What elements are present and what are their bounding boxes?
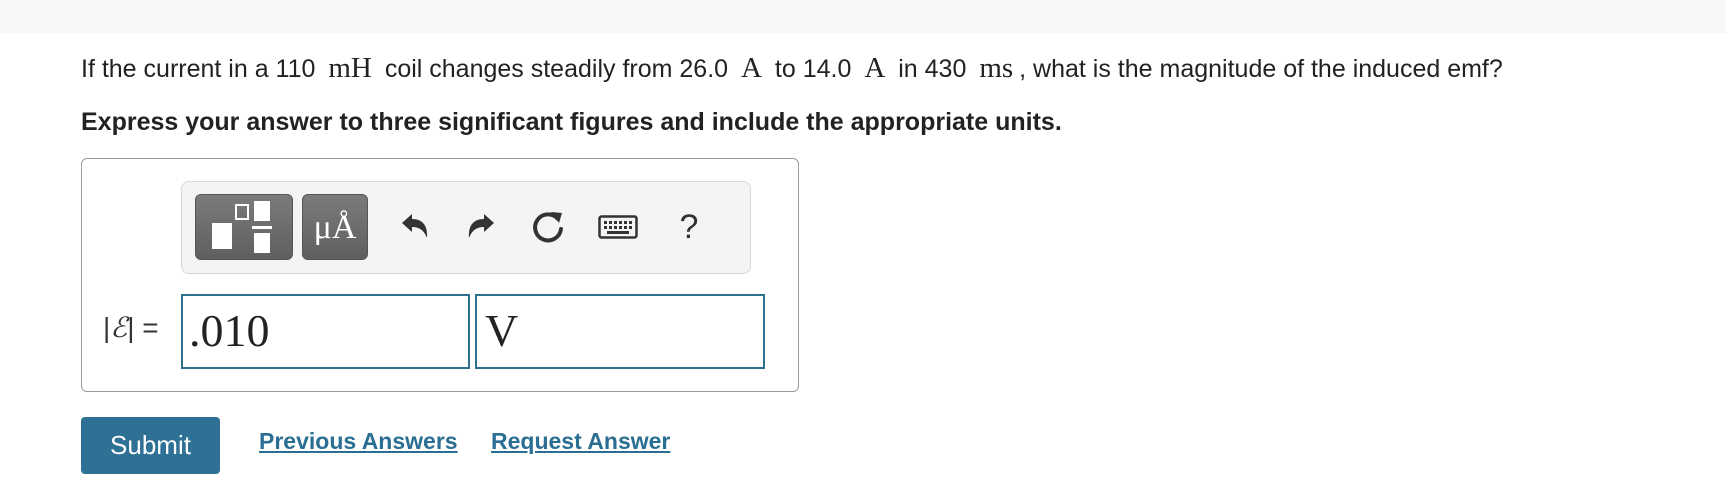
request-answer-link[interactable]: Request Answer (491, 428, 670, 455)
question-part-1: If the current in a 110 (81, 55, 316, 83)
unit-current-2: A (864, 52, 886, 84)
redo-button[interactable] (456, 202, 506, 252)
question-part-4: in 430 (898, 55, 967, 83)
redo-icon (468, 214, 494, 238)
emf-label-suffix: | = (127, 312, 159, 343)
units-button[interactable]: μÅ (302, 194, 368, 260)
help-button[interactable]: ? (664, 202, 714, 252)
question-part-5: , what is the magnitude of the induced e… (1019, 55, 1503, 83)
unit-inductance: mH (328, 52, 372, 84)
question-text: If the current in a 110 mH coil changes … (81, 52, 1503, 85)
reset-button[interactable] (523, 202, 573, 252)
unit-current-1: A (741, 52, 762, 84)
reset-icon (533, 212, 563, 243)
undo-button[interactable] (390, 202, 440, 252)
emf-label: |ℰ| = (103, 311, 159, 344)
templates-button[interactable] (195, 194, 293, 260)
previous-answers-link[interactable]: Previous Answers (259, 428, 458, 455)
undo-icon (402, 214, 428, 238)
templates-icon (212, 201, 272, 253)
question-part-2: coil changes steadily from 26.0 (384, 55, 729, 83)
question-part-3: to 14.0 (774, 55, 852, 83)
help-icon: ? (679, 207, 699, 246)
answer-instruction: Express your answer to three significant… (81, 108, 1062, 136)
unit-time: ms (979, 52, 1014, 84)
value-input[interactable]: .010 (181, 294, 470, 369)
top-strip (0, 0, 1726, 33)
math-toolbar: μÅ ? (181, 181, 751, 274)
answer-box: μÅ ? |ℰ| = .010 V (81, 158, 799, 392)
unit-input[interactable]: V (475, 294, 765, 369)
keyboard-icon (598, 215, 638, 239)
keyboard-button[interactable] (593, 202, 643, 252)
emf-symbol: ℰ (110, 311, 128, 344)
submit-button[interactable]: Submit (81, 417, 220, 474)
units-button-label: μÅ (313, 209, 357, 246)
